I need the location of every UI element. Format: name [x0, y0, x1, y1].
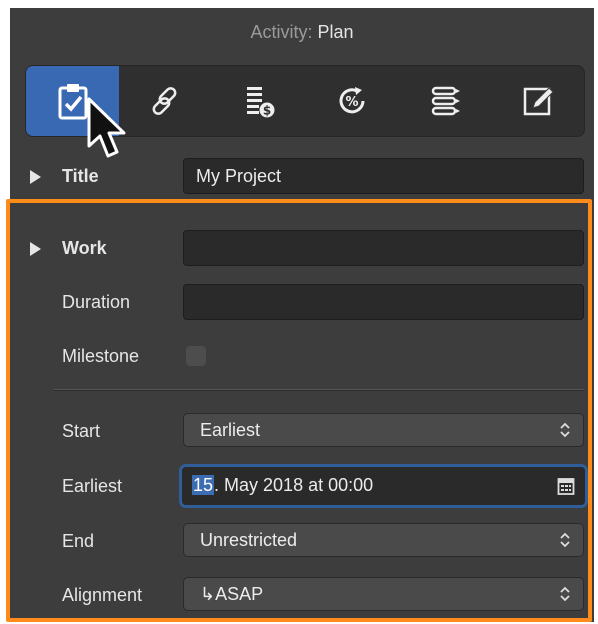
title-row: Title My Project	[10, 158, 594, 198]
tab-costs[interactable]: $	[212, 66, 305, 136]
title-value: My Project	[196, 166, 282, 186]
cost-list-icon: $	[246, 87, 274, 118]
inspector-header: Activity: Plan	[10, 22, 594, 43]
tab-notes[interactable]	[491, 66, 584, 136]
tab-progress[interactable]: %	[305, 66, 398, 136]
header-label: Activity:	[250, 22, 313, 42]
title-label: Title	[62, 166, 99, 186]
svg-text:$: $	[262, 104, 270, 118]
tab-structure[interactable]	[398, 66, 491, 136]
edit-icon	[523, 87, 554, 116]
title-disclosure-icon[interactable]	[30, 170, 41, 184]
link-icon	[152, 87, 176, 115]
highlight-frame	[6, 199, 592, 622]
percent-progress-icon: %	[339, 87, 364, 114]
header-value: Plan	[317, 22, 354, 42]
clipboard-check-icon	[58, 84, 87, 120]
svg-text:%: %	[345, 95, 358, 110]
tab-links[interactable]	[119, 66, 212, 136]
mouse-pointer-icon	[87, 97, 126, 158]
list-icon	[431, 86, 460, 116]
title-field[interactable]: My Project	[183, 158, 584, 194]
